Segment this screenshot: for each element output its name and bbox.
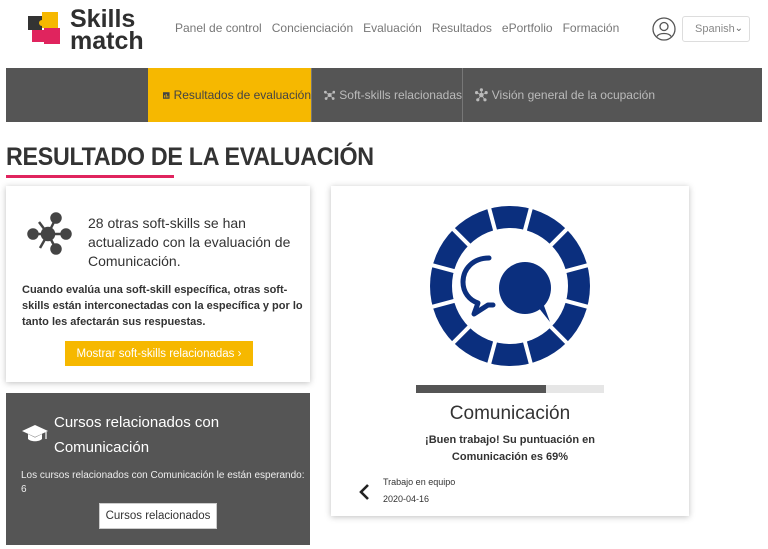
title-underline bbox=[6, 175, 174, 178]
nav-panel-de-control[interactable]: Panel de control bbox=[175, 21, 262, 35]
previous-skill-name[interactable]: Trabajo en equipo bbox=[383, 477, 455, 487]
previous-skill-date: 2020-04-16 bbox=[383, 494, 430, 504]
related-courses-card: Cursos relacionados con Comunicación Los… bbox=[6, 393, 310, 545]
user-icon[interactable] bbox=[652, 17, 676, 41]
graduation-cap-icon bbox=[22, 425, 48, 442]
chevron-down-icon: ⌄ bbox=[734, 23, 743, 34]
language-select[interactable]: Spanish ⌄ bbox=[682, 16, 750, 42]
tab-divider bbox=[462, 68, 463, 122]
nav-concienciacion[interactable]: Concienciación bbox=[272, 21, 353, 35]
nav-formacion[interactable]: Formación bbox=[563, 21, 620, 35]
network-icon bbox=[475, 88, 488, 102]
related-courses-description: Los cursos relacionados con Comunicación… bbox=[21, 470, 305, 495]
network-icon bbox=[324, 90, 336, 100]
related-skills-headline: 28 otras soft-skills se han actualizado … bbox=[88, 215, 291, 269]
show-related-skills-button[interactable]: Mostrar soft-skills relacionadas › bbox=[65, 341, 253, 366]
nav-resultados[interactable]: Resultados bbox=[432, 21, 492, 35]
chevron-left-icon[interactable] bbox=[357, 482, 371, 502]
header: Skills match Panel de control Conciencia… bbox=[0, 0, 768, 62]
tab-label: Soft-skills relacionadas bbox=[339, 88, 462, 102]
related-courses-button[interactable]: Cursos relacionados bbox=[99, 503, 217, 529]
main-nav: Panel de control Concienciación Evaluaci… bbox=[175, 21, 619, 35]
tab-soft-skills-relacionadas[interactable]: Soft-skills relacionadas bbox=[324, 68, 462, 122]
skillsmatch-logo[interactable]: Skills match bbox=[26, 7, 166, 55]
related-skills-card: 28 otras soft-skills se han actualizado … bbox=[6, 186, 310, 382]
tab-resultados-de-evaluacion[interactable]: Resultados de evaluación bbox=[148, 68, 311, 122]
score-progress-fill bbox=[416, 385, 546, 393]
bar-chart-icon bbox=[163, 91, 170, 99]
tab-divider bbox=[311, 68, 312, 122]
related-skills-description: Cuando evalúa una soft-skill específica,… bbox=[22, 284, 303, 328]
tab-vision-general-ocupacion[interactable]: Visión general de la ocupación bbox=[475, 68, 655, 122]
score-message: ¡Buen trabajo! Su puntuación en Comunica… bbox=[425, 434, 595, 463]
network-icon bbox=[27, 212, 72, 255]
nav-eportfolio[interactable]: ePortfolio bbox=[502, 21, 553, 35]
nav-evaluacion[interactable]: Evaluación bbox=[363, 21, 422, 35]
skill-result-card: Comunicación ¡Buen trabajo! Su puntuació… bbox=[331, 186, 689, 516]
tab-label: Resultados de evaluación bbox=[173, 88, 311, 102]
skill-name: Comunicación bbox=[449, 403, 571, 424]
score-progress-bar bbox=[416, 385, 604, 393]
result-tabs: Resultados de evaluación Soft-skills rel… bbox=[6, 68, 762, 122]
tab-label: Visión general de la ocupación bbox=[491, 88, 655, 102]
language-select-value: Spanish bbox=[695, 23, 735, 35]
communication-skill-icon bbox=[430, 206, 590, 366]
logo-text-line2: match bbox=[70, 27, 144, 55]
puzzle-logo-icon bbox=[28, 12, 60, 44]
page-title: RESULTADO DE LA EVALUACIÓN bbox=[6, 143, 374, 171]
related-courses-heading: Cursos relacionados con Comunicación bbox=[54, 414, 220, 456]
